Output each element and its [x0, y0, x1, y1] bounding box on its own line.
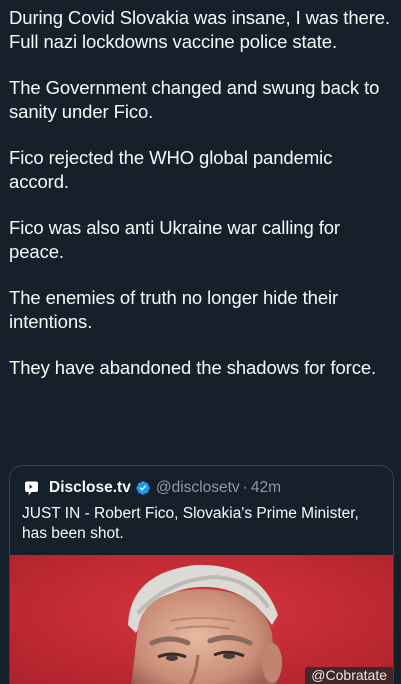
quote-timestamp[interactable]: 42m — [251, 479, 281, 497]
tweet-text: During Covid Slovakia was insane, I was … — [9, 6, 394, 380]
quote-header: Disclose.tv @disclosetv · 42m — [22, 478, 281, 498]
tweet-view: During Covid Slovakia was insane, I was … — [0, 0, 401, 684]
quote-image[interactable] — [10, 555, 393, 684]
tweet-paragraph: They have abandoned the shadows for forc… — [9, 357, 377, 378]
disclose-tv-logo-icon[interactable] — [22, 478, 41, 498]
tweet-paragraph: Fico rejected the WHO global pandemic ac… — [9, 147, 333, 192]
verified-badge-icon — [136, 481, 150, 495]
tweet-paragraph: During Covid Slovakia was insane, I was … — [9, 7, 391, 52]
tweet-paragraph: The Government changed and swung back to… — [9, 77, 380, 122]
quote-tweet-card[interactable]: Disclose.tv @disclosetv · 42m JUST IN - … — [9, 465, 394, 684]
tweet-paragraph: Fico was also anti Ukraine war calling f… — [9, 217, 340, 262]
quote-author-handle[interactable]: @disclosetv — [156, 479, 240, 497]
tweet-paragraph: The enemies of truth no longer hide thei… — [9, 287, 339, 332]
watermark-label: @Cobratate — [305, 667, 393, 684]
person-photo-icon — [10, 555, 393, 684]
header-separator: · — [242, 479, 248, 496]
quote-author-name[interactable]: Disclose.tv — [49, 479, 131, 497]
quote-text: JUST IN - Robert Fico, Slovakia's Prime … — [22, 505, 359, 542]
